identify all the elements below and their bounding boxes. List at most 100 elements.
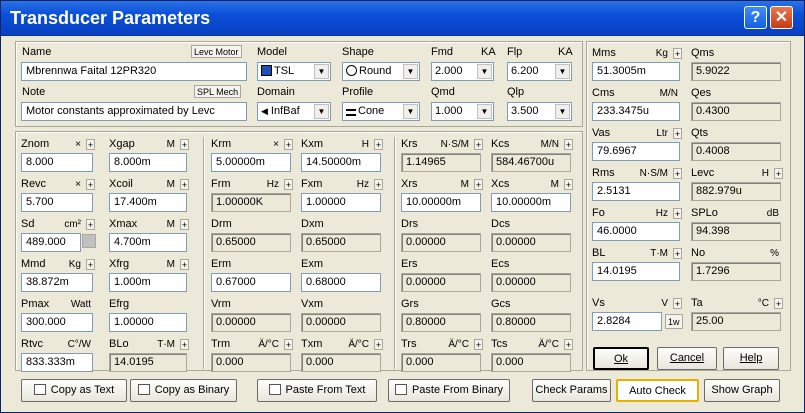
kxm-field[interactable]: 14.50000m	[301, 153, 381, 172]
splo-field: 94.398	[691, 222, 781, 241]
rms-field[interactable]: 2.5131	[592, 182, 680, 201]
blo-spin-button[interactable]: +	[180, 339, 189, 350]
transducer-parameters-window: Transducer Parameters ? ✕ Name Levc Moto…	[0, 0, 805, 413]
vs-field[interactable]: 2.8284	[592, 312, 662, 331]
note-field[interactable]: Motor constants approximated by Levc	[21, 102, 247, 121]
tcs-spin-button[interactable]: +	[564, 339, 573, 350]
show-graph-button[interactable]: Show Graph	[704, 379, 780, 402]
krm-field[interactable]: 5.00000m	[211, 153, 291, 172]
ok-button[interactable]: Ok	[593, 347, 649, 370]
revc-spin-button[interactable]: +	[86, 179, 95, 190]
vs-spin-button[interactable]: +	[673, 298, 682, 309]
kxm-spin-button[interactable]: +	[374, 139, 383, 150]
model-select[interactable]: TSL ▼	[257, 62, 331, 81]
revc-field[interactable]: 5.700	[21, 193, 93, 212]
trs-spin-button[interactable]: +	[474, 339, 483, 350]
txm-spin-button[interactable]: +	[374, 339, 383, 350]
xrs-spin-button[interactable]: +	[474, 179, 483, 190]
xmax-spin-button[interactable]: +	[180, 219, 189, 230]
cancel-button[interactable]: Cancel	[657, 347, 717, 370]
xgap-field[interactable]: 8.000m	[109, 153, 187, 172]
krm-spin-button[interactable]: +	[284, 139, 293, 150]
exm-field[interactable]: 0.68000	[301, 273, 381, 292]
help-button[interactable]: Help	[723, 347, 779, 370]
mms-spin-button[interactable]: +	[673, 48, 682, 59]
xgap-spin-button[interactable]: +	[180, 139, 189, 150]
copy-as-binary-button[interactable]: Copy as Binary	[130, 379, 237, 402]
fxm-spin-button[interactable]: +	[374, 179, 383, 190]
xcoil-spin-button[interactable]: +	[180, 179, 189, 190]
znom-unit: ×	[75, 139, 81, 150]
close-button[interactable]: ✕	[770, 6, 793, 29]
pmax-label: Pmax	[21, 298, 50, 310]
chevron-down-icon[interactable]: ▼	[314, 64, 329, 79]
krs-spin-button[interactable]: +	[474, 139, 483, 150]
znom-spin-button[interactable]: +	[86, 139, 95, 150]
xmax-field[interactable]: 4.700m	[109, 233, 187, 252]
xfrg-spin-button[interactable]: +	[180, 259, 189, 270]
xgap-label: Xgap	[109, 138, 135, 150]
efrg-label: Efrg	[109, 298, 130, 310]
mmd-spin-button[interactable]: +	[86, 259, 95, 270]
rtvc-field[interactable]: 833.333m	[21, 353, 93, 372]
help-title-button[interactable]: ?	[744, 6, 767, 29]
domain-select[interactable]: ◀ InfBaf ▼	[257, 102, 331, 121]
pmax-field[interactable]: 300.000	[21, 313, 93, 332]
vas-spin-button[interactable]: +	[673, 128, 682, 139]
xcs-field[interactable]: 10.00000m	[491, 193, 571, 212]
erm-field[interactable]: 0.67000	[211, 273, 291, 292]
fo-field[interactable]: 46.0000	[592, 222, 680, 241]
ers-label: Ers	[401, 258, 418, 270]
xmax-label: Xmax	[109, 218, 138, 230]
levc-motor-button[interactable]: Levc Motor	[191, 45, 242, 58]
paste-from-text-button[interactable]: Paste From Text	[257, 379, 377, 402]
cms-field[interactable]: 233.3475u	[592, 102, 680, 121]
chevron-down-icon[interactable]: ▼	[403, 104, 418, 119]
bl-field[interactable]: 14.0195	[592, 262, 680, 281]
grs-label: Grs	[401, 298, 419, 310]
vas-field[interactable]: 79.6967	[592, 142, 680, 161]
shape-select[interactable]: Round ▼	[342, 62, 420, 81]
znom-field[interactable]: 8.000	[21, 153, 93, 172]
bl-spin-button[interactable]: +	[673, 248, 682, 259]
frm-spin-button[interactable]: +	[284, 179, 293, 190]
chevron-down-icon[interactable]: ▼	[477, 104, 492, 119]
mmd-field[interactable]: 38.872m	[21, 273, 93, 292]
xcs-spin-button[interactable]: +	[564, 179, 573, 190]
column-divider	[394, 137, 395, 369]
flp-select[interactable]: 6.200 ▼	[507, 62, 572, 81]
kcs-spin-button[interactable]: +	[564, 139, 573, 150]
sd-spin-button[interactable]: +	[86, 219, 95, 230]
xfrg-field[interactable]: 1.000m	[109, 273, 187, 292]
mms-field[interactable]: 51.3005m	[592, 62, 680, 81]
name-field[interactable]: Mbrennwa Faital 12PR320	[21, 62, 247, 81]
vs-1w-button[interactable]: 1w	[665, 314, 683, 329]
check-params-button[interactable]: Check Params	[532, 379, 611, 402]
sd-field[interactable]: 489.000	[21, 233, 81, 252]
auto-check-toggle[interactable]: Auto Check	[616, 379, 699, 402]
trm-spin-button[interactable]: +	[284, 339, 293, 350]
chevron-down-icon[interactable]: ▼	[314, 104, 329, 119]
levc-spin-button[interactable]: +	[774, 168, 783, 179]
xfrg-unit: M	[166, 259, 175, 270]
fxm-field[interactable]: 1.00000	[301, 193, 381, 212]
chevron-down-icon[interactable]: ▼	[555, 64, 570, 79]
xrs-field[interactable]: 10.00000m	[401, 193, 481, 212]
sd-calc-button[interactable]	[82, 234, 96, 248]
fo-spin-button[interactable]: +	[673, 208, 682, 219]
ta-spin-button[interactable]: +	[774, 298, 783, 309]
spl-mech-button[interactable]: SPL Mech	[194, 85, 242, 98]
rms-spin-button[interactable]: +	[673, 168, 682, 179]
chevron-down-icon[interactable]: ▼	[403, 64, 418, 79]
efrg-field[interactable]: 1.00000	[109, 313, 187, 332]
paste-from-binary-button[interactable]: Paste From Binary	[388, 379, 510, 402]
fmd-select[interactable]: 2.000 ▼	[431, 62, 494, 81]
qlp-select[interactable]: 3.500 ▼	[507, 102, 572, 121]
chevron-down-icon[interactable]: ▼	[477, 64, 492, 79]
copy-as-text-button[interactable]: Copy as Text	[21, 379, 127, 402]
chevron-down-icon[interactable]: ▼	[555, 104, 570, 119]
qmd-select[interactable]: 1.000 ▼	[431, 102, 494, 121]
profile-select[interactable]: Cone ▼	[342, 102, 420, 121]
xcoil-field[interactable]: 17.400m	[109, 193, 187, 212]
ta-unit: °C	[757, 298, 769, 309]
